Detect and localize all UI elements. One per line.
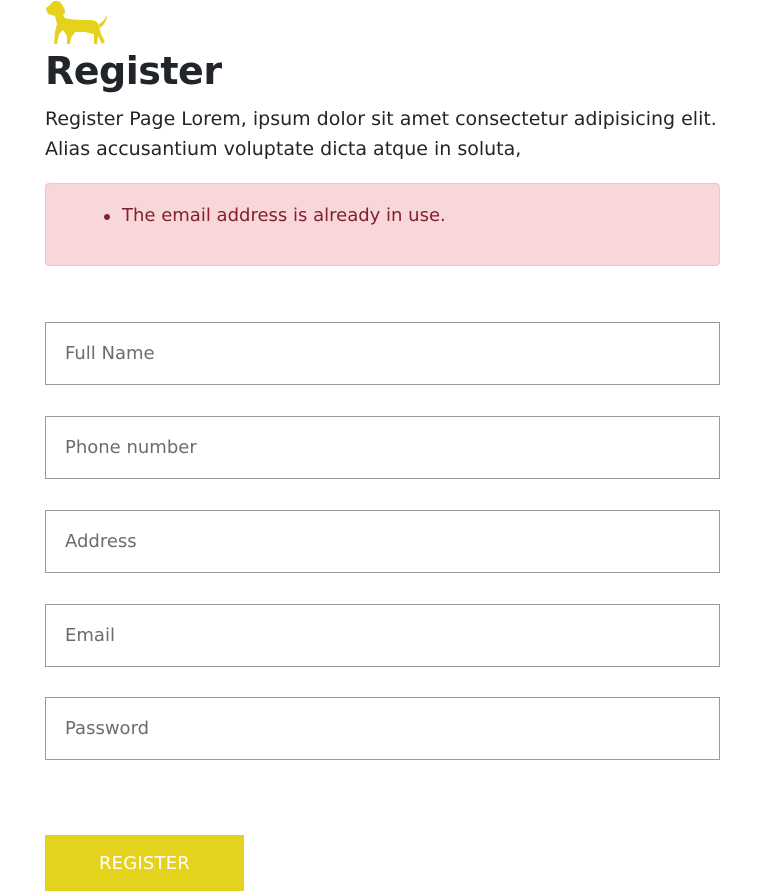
phone-number-input[interactable] xyxy=(45,416,720,479)
email-input[interactable] xyxy=(45,604,720,667)
error-item: The email address is already in use. xyxy=(104,201,446,231)
register-page: Register Register Page Lorem, ipsum dolo… xyxy=(0,0,762,891)
address-input[interactable] xyxy=(45,510,720,573)
bullet-icon xyxy=(104,214,110,220)
page-description: Register Page Lorem, ipsum dolor sit ame… xyxy=(45,108,717,160)
page-title: Register xyxy=(45,49,222,93)
dog-icon xyxy=(46,0,107,45)
register-button[interactable]: REGISTER xyxy=(45,835,244,891)
error-list: The email address is already in use. xyxy=(104,201,446,231)
error-message: The email address is already in use. xyxy=(122,205,446,226)
password-input[interactable] xyxy=(45,697,720,760)
error-alert: The email address is already in use. xyxy=(45,183,720,266)
full-name-input[interactable] xyxy=(45,322,720,385)
